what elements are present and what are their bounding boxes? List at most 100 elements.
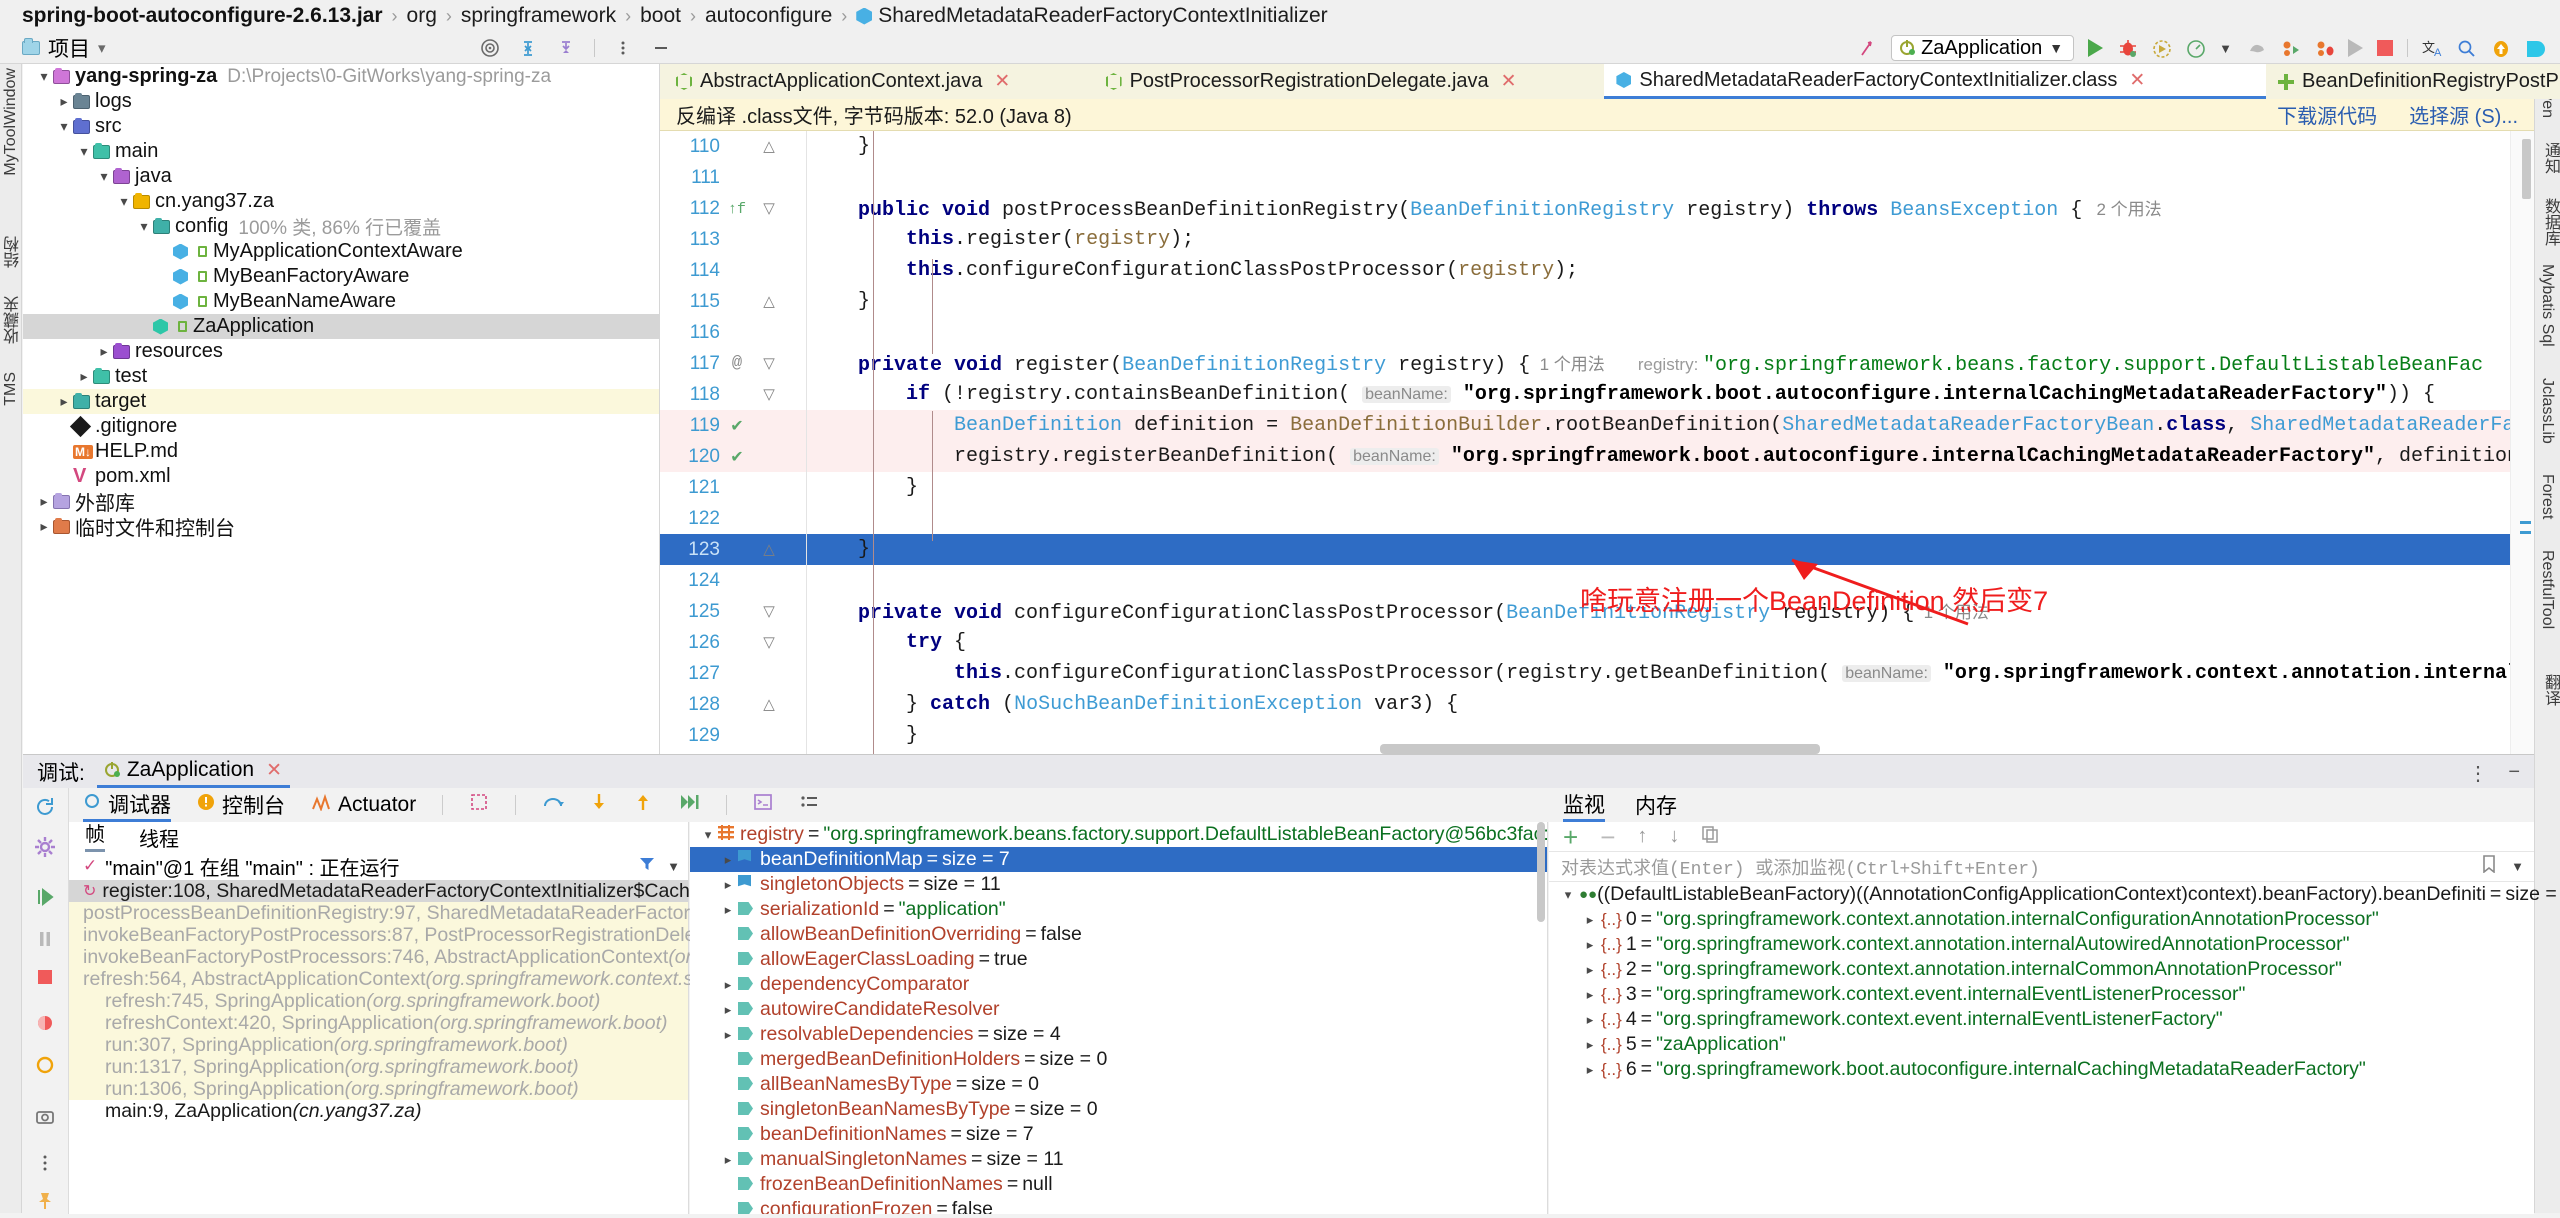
- settings-gear-icon[interactable]: [34, 836, 56, 864]
- chevron-down-icon[interactable]: ▾: [55, 118, 73, 135]
- tree-item-java[interactable]: ▾ java: [23, 164, 659, 189]
- chevron-down-icon[interactable]: ▼: [2511, 859, 2524, 874]
- gutter-marker-icon[interactable]: ✔: [726, 416, 748, 436]
- watch-row-6[interactable]: ▸ {..} 5 = "zaApplication": [1549, 1032, 2534, 1057]
- run-icon[interactable]: [2088, 39, 2104, 57]
- chevron-right-icon[interactable]: ▸: [718, 1152, 738, 1168]
- close-icon[interactable]: ✕: [1501, 70, 1517, 93]
- frame-item-1[interactable]: postProcessBeanDefinitionRegistry:97, Sh…: [69, 902, 752, 924]
- frame-item-0[interactable]: ↻ register:108, SharedMetadataReaderFacto…: [69, 880, 770, 902]
- watches-panel[interactable]: 监视 内存 + − ↑ ↓ 对表达式求值(Enter) 或添加监视(Ctrl+S…: [1549, 788, 2560, 1214]
- right-strip-item-4[interactable]: JclassLib: [2538, 378, 2556, 450]
- ide-logo-icon[interactable]: [2524, 38, 2545, 58]
- watch-expression-input[interactable]: 对表达式求值(Enter) 或添加监视(Ctrl+Shift+Enter) ▼: [1549, 852, 2534, 882]
- code-line-128[interactable]: 128 △ } catch (NoSuchBeanDefinitionExcept…: [660, 689, 2534, 720]
- variable-row-beanDefinitionNames[interactable]: beanDefinitionNames = size = 7: [690, 1122, 1547, 1147]
- code-line-112[interactable]: 112 ↑f ▽ public void postProcessBeanDefini…: [660, 193, 2534, 224]
- tree-item--gitignore[interactable]: .gitignore: [23, 414, 659, 439]
- code-line-123[interactable]: 123 △ }: [660, 534, 2534, 565]
- variable-row-frozenBeanDefinitionNames[interactable]: frozenBeanDefinitionNames = null: [690, 1172, 1547, 1197]
- variable-row-beanDefinitionMap[interactable]: ▸ beanDefinitionMap = size = 7: [690, 847, 1547, 872]
- tree-item-myapplicationcontextaware[interactable]: MyApplicationContextAware: [23, 239, 659, 264]
- variable-row-allowBeanDefinitionOverriding[interactable]: allowBeanDefinitionOverriding = false: [690, 922, 1547, 947]
- fold-toggle-icon[interactable]: ▽: [760, 602, 778, 621]
- watch-row-3[interactable]: ▸ {..} 2 = "org.springframework.context.an…: [1549, 957, 2534, 982]
- breadcrumb-boot[interactable]: boot: [640, 4, 681, 28]
- rerun-icon[interactable]: [34, 796, 56, 824]
- download-sources-link[interactable]: 下载源代码: [2277, 100, 2377, 129]
- breadcrumb-springframework[interactable]: springframework: [461, 4, 616, 28]
- breadcrumb-class[interactable]: SharedMetadataReaderFactoryContextInitia…: [878, 4, 1327, 28]
- tree-item-resources[interactable]: ▸ resources: [23, 339, 659, 364]
- editor-tab-2[interactable]: SharedMetadataReaderFactoryContextInitia…: [1604, 64, 2266, 99]
- chevron-right-icon[interactable]: ▸: [718, 877, 738, 893]
- step-into-icon[interactable]: [590, 792, 608, 818]
- breadcrumb-org[interactable]: org: [407, 4, 437, 28]
- choose-sources-link[interactable]: 选择源 (S)...: [2409, 100, 2518, 129]
- chevron-right-icon[interactable]: ▸: [718, 977, 738, 993]
- frame-item-2[interactable]: invokeBeanFactoryPostProcessors:87, Post…: [69, 924, 751, 946]
- breadcrumb-autoconfigure[interactable]: autoconfigure: [705, 4, 832, 28]
- code-line-119[interactable]: 119 ✔ BeanDefinition definition = BeanDef…: [660, 410, 2534, 441]
- code-editor[interactable]: 110 △ } 111 112 ↑f ▽ public void postProcessB…: [660, 131, 2534, 754]
- chevron-right-icon[interactable]: ▸: [718, 1002, 738, 1018]
- code-line-116[interactable]: 116: [660, 317, 2534, 348]
- tree-item-test[interactable]: ▸ test: [23, 364, 659, 389]
- variable-row-autowireCandidateResolver[interactable]: ▸ autowireCandidateResolver: [690, 997, 1547, 1022]
- chevron-right-icon[interactable]: ▸: [35, 518, 53, 535]
- chevron-right-icon[interactable]: ▸: [1579, 937, 1601, 953]
- build-icon[interactable]: [2246, 38, 2266, 58]
- left-strip-item-3[interactable]: TMS: [2, 372, 20, 412]
- watch-row-7[interactable]: ▸ {..} 6 = "org.springframework.boot.autoc…: [1549, 1057, 2534, 1082]
- chevron-right-icon[interactable]: ▸: [1579, 912, 1601, 928]
- gutter-marker-icon[interactable]: @: [726, 354, 748, 373]
- translate-icon[interactable]: 文A: [2422, 38, 2442, 59]
- frame-item-10[interactable]: main:9, ZaApplication (cn.yang37.za): [69, 1100, 688, 1122]
- hide-icon[interactable]: −: [2508, 761, 2520, 784]
- right-strip-item-7[interactable]: 翻译: [2538, 674, 2560, 712]
- tree-item-logs[interactable]: ▸ logs: [23, 89, 659, 114]
- tree-item-pom-xml[interactable]: Vpom.xml: [23, 464, 659, 489]
- variable-row-mergedBeanDefinitionHolders[interactable]: mergedBeanDefinitionHolders = size = 0: [690, 1047, 1547, 1072]
- code-line-120[interactable]: 120 ✔ registry.registerBeanDefinition( be…: [660, 441, 2534, 472]
- pin-icon[interactable]: [34, 1190, 56, 1218]
- fold-toggle-icon[interactable]: ▽: [760, 354, 778, 373]
- run-with-coverage-icon[interactable]: [2151, 38, 2171, 58]
- tab-threads[interactable]: 线程: [139, 823, 179, 852]
- horizontal-scrollbar[interactable]: [1380, 744, 1820, 754]
- scrollbar-thumb[interactable]: [2522, 139, 2531, 199]
- code-line-111[interactable]: 111: [660, 162, 2534, 193]
- chevron-right-icon[interactable]: ▸: [1579, 1012, 1601, 1028]
- variable-row-dependencyComparator[interactable]: ▸ dependencyComparator: [690, 972, 1547, 997]
- thread-selector[interactable]: ✓ "main"@1 在组 "main" : 正在运行 ▼: [69, 852, 688, 880]
- tree-item-cn-yang37-za[interactable]: ▾ cn.yang37.za: [23, 189, 659, 214]
- editor-tab-0[interactable]: AbstractApplicationContext.java ✕: [664, 64, 1094, 99]
- right-strip-item-2[interactable]: 数据库: [2538, 198, 2560, 252]
- more-options-icon[interactable]: [613, 38, 633, 58]
- frame-item-7[interactable]: run:307, SpringApplication (org.springfr…: [69, 1034, 688, 1056]
- chevron-right-icon[interactable]: ▸: [718, 1027, 738, 1043]
- tab-debugger[interactable]: 调试器: [83, 788, 171, 822]
- variable-row-manualSingletonNames[interactable]: ▸ manualSingletonNames = size = 11: [690, 1147, 1547, 1172]
- tab-watches[interactable]: 监视: [1563, 788, 1605, 822]
- code-line-115[interactable]: 115 △ }: [660, 286, 2534, 317]
- chevron-right-icon[interactable]: ▸: [1579, 1037, 1601, 1053]
- step-over-icon[interactable]: [542, 792, 565, 818]
- variable-row-singletonBeanNamesByType[interactable]: singletonBeanNamesByType = size = 0: [690, 1097, 1547, 1122]
- tab-console[interactable]: 控制台: [197, 788, 285, 822]
- chevron-down-icon[interactable]: ▾: [1557, 887, 1579, 903]
- chevron-down-icon[interactable]: ▾: [135, 218, 153, 235]
- hide-icon[interactable]: [651, 38, 671, 58]
- fold-toggle-icon[interactable]: △: [760, 695, 778, 714]
- update-icon[interactable]: [2490, 38, 2510, 58]
- frame-item-6[interactable]: refreshContext:420, SpringApplication (o…: [69, 1012, 688, 1034]
- right-strip-item-1[interactable]: 通知: [2538, 142, 2560, 180]
- chevron-right-icon[interactable]: ▸: [1579, 962, 1601, 978]
- tree-item-zaapplication[interactable]: ZaApplication: [23, 314, 659, 339]
- tab-frames[interactable]: 帧: [85, 818, 105, 852]
- tree-item-target[interactable]: ▸ target: [23, 389, 659, 414]
- profiler-icon[interactable]: [2185, 38, 2205, 58]
- tree-item-help-md[interactable]: M↓ HELP.md: [23, 439, 659, 464]
- tree-item-yang-spring-za[interactable]: ▾ yang-spring-za D:\Projects\0-GitWorks\ya…: [23, 64, 659, 89]
- more-options-icon[interactable]: ⋮: [2468, 761, 2488, 786]
